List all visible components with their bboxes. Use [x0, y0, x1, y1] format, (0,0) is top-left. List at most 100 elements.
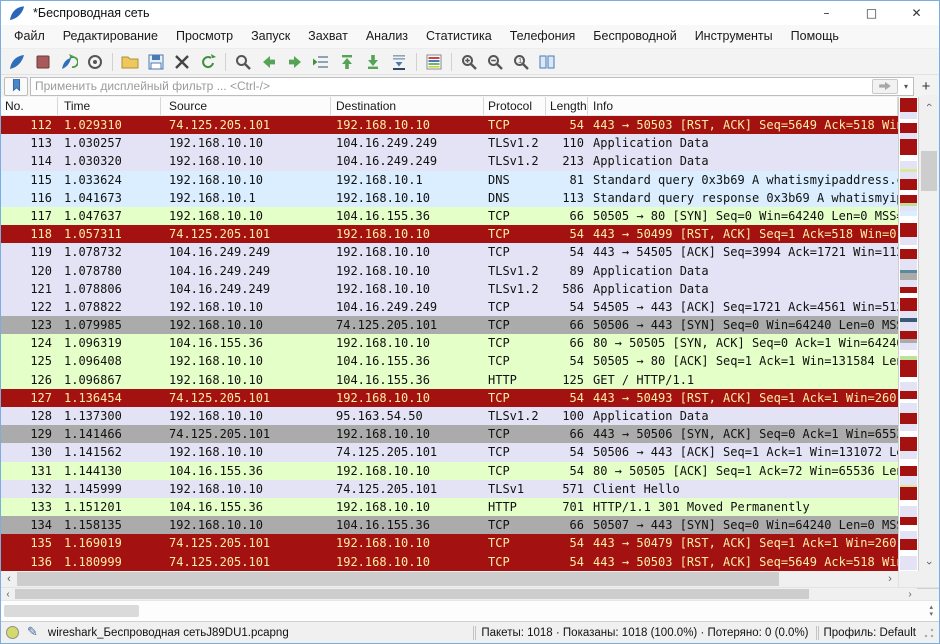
horizontal-scroll-track-2[interactable] [15, 588, 903, 600]
packet-row-121[interactable]: 1211.078806104.16.249.249192.168.10.10TL… [1, 280, 898, 298]
go-to-packet-button[interactable] [308, 50, 334, 74]
packet-row-127[interactable]: 1271.13645474.125.205.101192.168.10.10TC… [1, 389, 898, 407]
packet-row-119[interactable]: 1191.078732104.16.249.249192.168.10.10TC… [1, 243, 898, 261]
packet-row-116[interactable]: 1161.041673192.168.10.1192.168.10.10DNS1… [1, 189, 898, 207]
cell-source: 192.168.10.1 [161, 189, 331, 207]
menu-item-7[interactable]: Статистика [417, 25, 501, 48]
resize-grip[interactable] [924, 628, 934, 638]
packet-row-122[interactable]: 1221.078822192.168.10.10104.16.249.249TC… [1, 298, 898, 316]
add-filter-button[interactable]: + [916, 77, 936, 96]
scroll-left-arrow-2[interactable]: ‹ [1, 588, 15, 600]
capture-options-button[interactable] [82, 50, 108, 74]
scroll-right-arrow[interactable]: › [882, 571, 898, 587]
packet-minimap[interactable] [898, 97, 919, 571]
menu-item-6[interactable]: Анализ [357, 25, 417, 48]
close-button[interactable]: ✕ [894, 1, 939, 25]
zoom-in-button[interactable] [456, 50, 482, 74]
scroll-up-arrow[interactable]: ‹ [921, 95, 937, 115]
menu-item-2[interactable]: Редактирование [54, 25, 167, 48]
packet-row-118[interactable]: 1181.05731174.125.205.101192.168.10.10TC… [1, 225, 898, 243]
maximize-button[interactable]: □ [849, 1, 894, 25]
find-packet-button[interactable] [230, 50, 256, 74]
open-file-button[interactable] [117, 50, 143, 74]
column-header-destination[interactable]: Destination [331, 97, 484, 115]
auto-scroll-button[interactable] [386, 50, 412, 74]
packet-row-112[interactable]: 1121.02931074.125.205.101192.168.10.10TC… [1, 116, 898, 134]
horizontal-scroll-track[interactable] [17, 571, 882, 587]
menu-item-4[interactable]: Запуск [242, 25, 299, 48]
packet-row-132[interactable]: 1321.145999192.168.10.1074.125.205.101TL… [1, 480, 898, 498]
spinner-down-icon[interactable]: ▾ [929, 611, 933, 618]
minimize-button[interactable]: – [804, 1, 849, 25]
menu-item-10[interactable]: Инструменты [686, 25, 782, 48]
filter-dropdown-caret[interactable]: ▾ [899, 78, 913, 95]
go-to-first-button[interactable] [334, 50, 360, 74]
packet-row-136[interactable]: 1361.18099974.125.205.101192.168.10.10TC… [1, 553, 898, 571]
packet-row-123[interactable]: 1231.079985192.168.10.1074.125.205.101TC… [1, 316, 898, 334]
menu-item-5[interactable]: Захват [299, 25, 357, 48]
packet-row-124[interactable]: 1241.096319104.16.155.36192.168.10.10TCP… [1, 334, 898, 352]
filter-bookmark-button[interactable] [4, 77, 28, 96]
start-capture-button[interactable] [4, 50, 30, 74]
menu-item-3[interactable]: Просмотр [167, 25, 242, 48]
menu-item-1[interactable]: Файл [5, 25, 54, 48]
vertical-scrollbar[interactable]: ‹ › [919, 97, 939, 571]
cell-protocol: TLSv1.2 [484, 134, 546, 152]
profile-label[interactable]: Профиль: Default [824, 627, 916, 639]
display-filter-input[interactable] [31, 78, 872, 95]
cell-info: 50505 → 80 [ACK] Seq=1 Ack=1 Win=131584 … [588, 352, 898, 370]
go-back-button[interactable] [256, 50, 282, 74]
scroll-down-arrow[interactable]: › [921, 553, 937, 573]
horizontal-scroll-thumb-2[interactable] [15, 589, 809, 599]
expert-info-icon[interactable] [6, 626, 19, 639]
packet-row-128[interactable]: 1281.137300192.168.10.1095.163.54.50TLSv… [1, 407, 898, 425]
packet-row-131[interactable]: 1311.144130104.16.155.36192.168.10.10TCP… [1, 462, 898, 480]
save-file-button[interactable] [143, 50, 169, 74]
zoom-out-button[interactable] [482, 50, 508, 74]
pane-spinner[interactable]: ▴ ▾ [929, 604, 933, 618]
menu-item-11[interactable]: Помощь [782, 25, 848, 48]
vertical-scroll-track[interactable] [919, 113, 939, 555]
vertical-scroll-thumb[interactable] [921, 151, 937, 191]
column-header-protocol[interactable]: Protocol [484, 97, 546, 115]
scroll-left-arrow[interactable]: ‹ [1, 571, 17, 587]
reload-file-button[interactable] [195, 50, 221, 74]
apply-filter-button[interactable] [872, 79, 898, 94]
capture-file-name[interactable]: wireshark_Беспроводная сетьJ89DU1.pcapng [48, 627, 289, 639]
packet-row-117[interactable]: 1171.047637192.168.10.10104.16.155.36TCP… [1, 207, 898, 225]
stop-capture-button[interactable] [30, 50, 56, 74]
go-to-last-button[interactable] [360, 50, 386, 74]
zoom-normal-button[interactable]: 1 [508, 50, 534, 74]
packet-row-134[interactable]: 1341.158135192.168.10.10104.16.155.36TCP… [1, 516, 898, 534]
column-header-time[interactable]: Time [58, 97, 161, 115]
colorize-packets-button[interactable] [421, 50, 447, 74]
packet-row-133[interactable]: 1331.151201104.16.155.36192.168.10.10HTT… [1, 498, 898, 516]
packet-row-114[interactable]: 1141.030320192.168.10.10104.16.249.249TL… [1, 152, 898, 170]
menu-item-9[interactable]: Беспроводной [584, 25, 685, 48]
horizontal-scrollbar-2[interactable]: ‹ › [1, 587, 939, 600]
cell-length: 100 [546, 407, 588, 425]
packet-row-129[interactable]: 1291.14146674.125.205.101192.168.10.10TC… [1, 425, 898, 443]
horizontal-scrollbar[interactable]: ‹ › [1, 571, 898, 587]
go-forward-button[interactable] [282, 50, 308, 74]
packet-row-115[interactable]: 1151.033624192.168.10.10192.168.10.1DNS8… [1, 171, 898, 189]
packet-row-125[interactable]: 1251.096408192.168.10.10104.16.155.36TCP… [1, 352, 898, 370]
packet-row-113[interactable]: 1131.030257192.168.10.10104.16.249.249TL… [1, 134, 898, 152]
capture-comment-icon[interactable]: ✎ [27, 625, 38, 640]
restart-capture-button[interactable] [56, 50, 82, 74]
close-file-button[interactable] [169, 50, 195, 74]
column-header-length[interactable]: Length [546, 97, 588, 115]
pane-handle[interactable] [4, 605, 139, 617]
packet-row-135[interactable]: 1351.16901974.125.205.101192.168.10.10TC… [1, 534, 898, 552]
menu-item-8[interactable]: Телефония [501, 25, 585, 48]
scroll-right-arrow-2[interactable]: › [903, 588, 917, 600]
column-header-info[interactable]: Info [588, 97, 898, 115]
resize-columns-button[interactable] [534, 50, 560, 74]
packet-row-120[interactable]: 1201.078780104.16.249.249192.168.10.10TL… [1, 262, 898, 280]
column-header-no[interactable]: No. [1, 97, 58, 115]
packet-row-130[interactable]: 1301.141562192.168.10.1074.125.205.101TC… [1, 443, 898, 461]
horizontal-scroll-thumb[interactable] [17, 572, 779, 586]
packet-row-126[interactable]: 1261.096867192.168.10.10104.16.155.36HTT… [1, 371, 898, 389]
column-header-source[interactable]: Source [161, 97, 331, 115]
spinner-up-icon[interactable]: ▴ [929, 604, 933, 611]
